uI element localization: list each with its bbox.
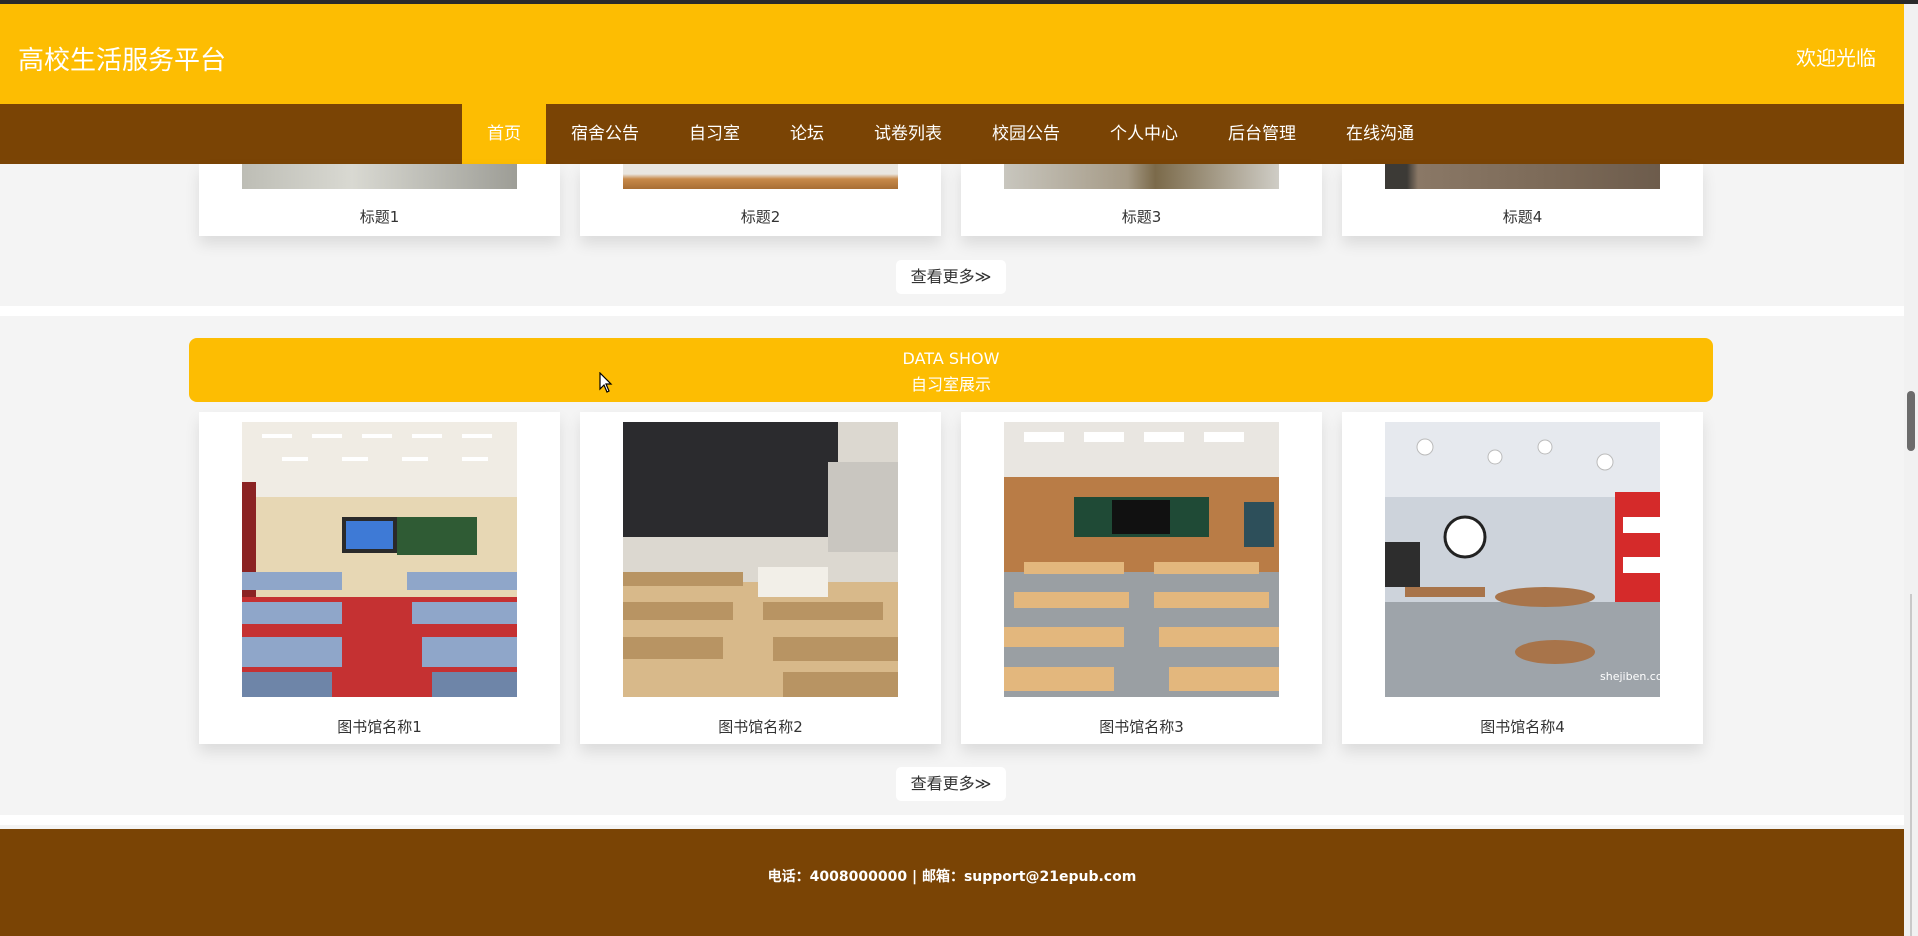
view-more-button-study-room[interactable]: 查看更多≫	[896, 767, 1006, 801]
card-image	[1385, 164, 1660, 189]
study-room-card-3[interactable]: 图书馆名称3	[961, 412, 1322, 744]
classroom-photo	[242, 422, 517, 697]
classroom-photo	[1004, 422, 1279, 697]
site-footer: 电话：4008000000 | 邮箱：support@21epub.com	[0, 829, 1904, 936]
study-room-card-2[interactable]: 图书馆名称2	[580, 412, 941, 744]
classroom-photo: shejiben.co	[1385, 422, 1660, 697]
card-image	[623, 164, 898, 189]
site-title[interactable]: 高校生活服务平台	[18, 40, 226, 77]
nav-item-exam-list[interactable]: 试卷列表	[849, 104, 967, 164]
banner-title-en: DATA SHOW	[902, 349, 1000, 368]
study-room-card-1[interactable]: 图书馆名称1	[199, 412, 560, 744]
title-card-2[interactable]: 标题2	[580, 164, 941, 236]
view-more-button-top[interactable]: 查看更多≫	[896, 260, 1006, 294]
card-caption: 图书馆名称2	[718, 718, 803, 736]
nav-item-campus-notice[interactable]: 校园公告	[967, 104, 1085, 164]
nav-item-forum[interactable]: 论坛	[765, 104, 849, 164]
welcome-text: 欢迎光临	[1796, 46, 1876, 70]
main-nav: 首页 宿舍公告 自习室 论坛 试卷列表 校园公告 个人中心 后台管理 在线沟通	[0, 104, 1904, 164]
photo-watermark: shejiben.co	[1600, 670, 1660, 683]
scrollbar-thumb[interactable]	[1907, 391, 1915, 451]
site-header: 高校生活服务平台 欢迎光临	[0, 4, 1904, 104]
card-caption: 标题3	[1121, 208, 1162, 226]
nav-item-online-chat[interactable]: 在线沟通	[1321, 104, 1439, 164]
data-show-banner: DATA SHOW 自习室展示	[189, 338, 1713, 402]
title-card-3[interactable]: 标题3	[961, 164, 1322, 236]
card-caption: 图书馆名称4	[1480, 718, 1565, 736]
nav-item-home[interactable]: 首页	[462, 104, 546, 164]
card-image	[1004, 164, 1279, 189]
card-caption: 标题4	[1502, 208, 1543, 226]
title-card-4[interactable]: 标题4	[1342, 164, 1703, 236]
nav-item-personal-center[interactable]: 个人中心	[1085, 104, 1203, 164]
card-caption: 标题2	[740, 208, 781, 226]
banner-title-cn: 自习室展示	[910, 375, 991, 394]
nav-item-dorm-notice[interactable]: 宿舍公告	[546, 104, 664, 164]
footer-contact: 电话：4008000000 | 邮箱：support@21epub.com	[767, 869, 1137, 885]
card-caption: 图书馆名称3	[1099, 718, 1184, 736]
scrollbar-rail	[1910, 594, 1912, 936]
title-card-1[interactable]: 标题1	[199, 164, 560, 236]
section-divider	[0, 815, 1904, 825]
mouse-cursor-icon	[599, 371, 613, 398]
study-room-card-4[interactable]: shejiben.co 图书馆名称4	[1342, 412, 1703, 744]
card-image	[242, 164, 517, 189]
card-caption: 标题1	[359, 208, 400, 226]
page-scrollbar[interactable]	[1904, 4, 1918, 936]
nav-item-study-room[interactable]: 自习室	[664, 104, 765, 164]
classroom-photo	[623, 422, 898, 697]
card-caption: 图书馆名称1	[337, 718, 422, 736]
nav-item-admin[interactable]: 后台管理	[1203, 104, 1321, 164]
section-divider	[0, 306, 1904, 316]
